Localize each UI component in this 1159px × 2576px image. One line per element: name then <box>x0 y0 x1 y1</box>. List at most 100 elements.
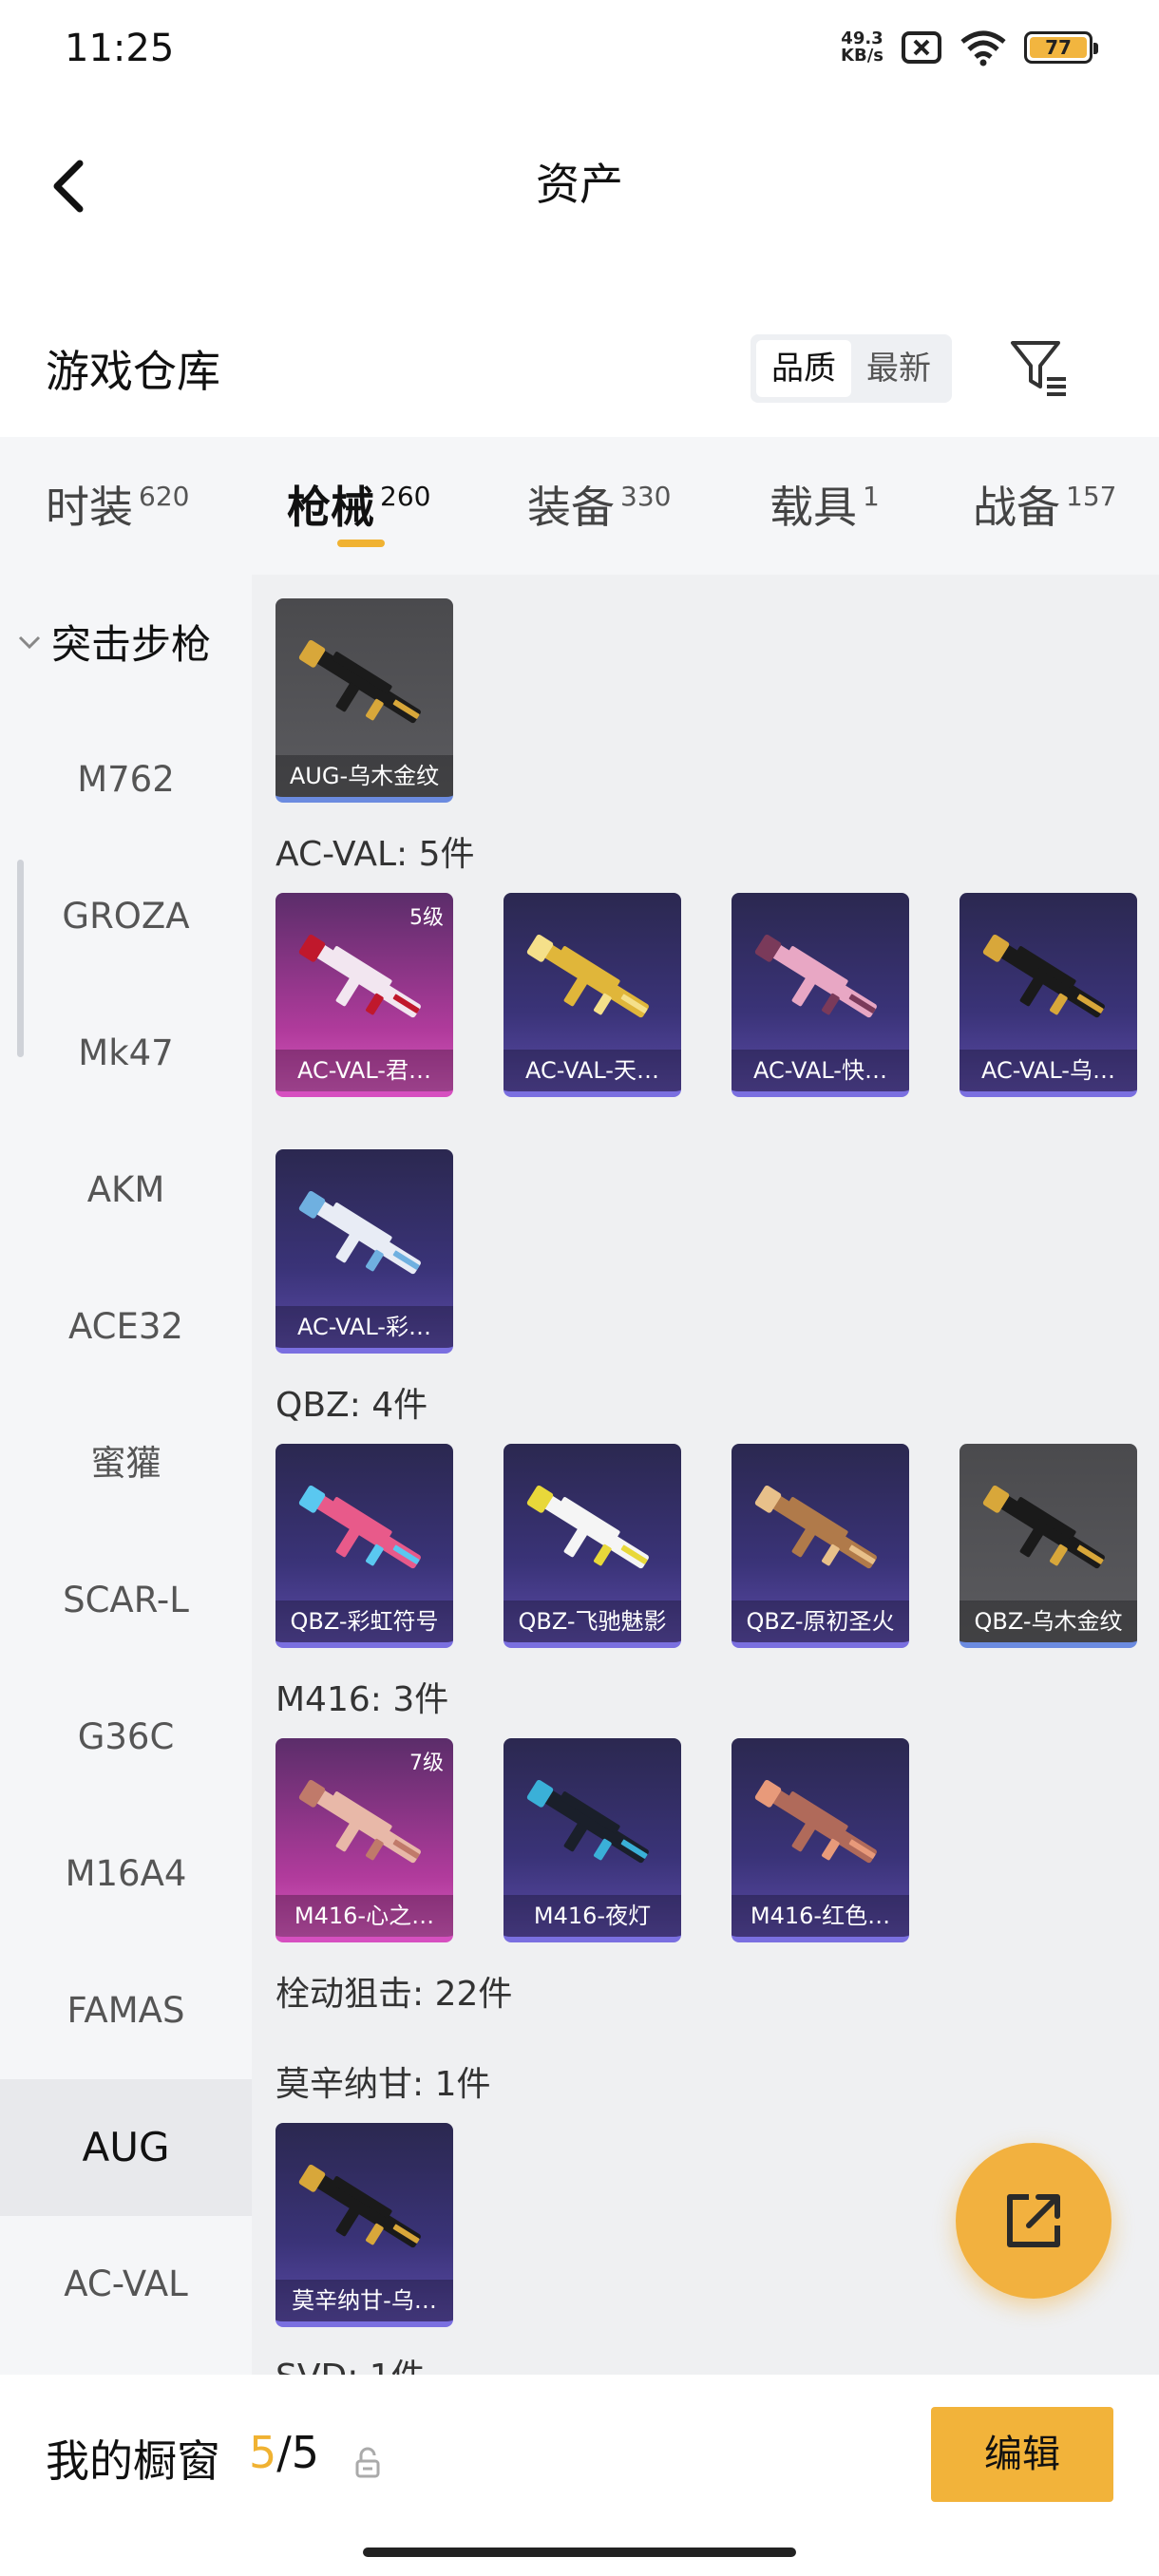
sort-quality-button[interactable]: 品质 <box>756 340 851 397</box>
tab-label: 时装 <box>46 482 133 533</box>
sidebar-item-honey-badger[interactable]: 蜜獾 <box>0 1395 252 1532</box>
skin-name: M416-夜灯 <box>504 1895 681 1937</box>
section-title-m416: M416: 3件 <box>276 1680 449 1719</box>
skin-card[interactable]: QBZ-原初圣火 <box>732 1444 909 1648</box>
sidebar-group-label: 突击步枪 <box>51 621 212 668</box>
tab-label: 装备 <box>527 482 615 533</box>
skin-level-badge: 5级 <box>409 906 444 930</box>
showcase-separator: / <box>276 2427 292 2478</box>
rifle-icon <box>298 1779 421 1864</box>
lock-icon <box>355 2447 380 2478</box>
share-external-icon <box>1007 2194 1060 2247</box>
tab-supplies[interactable]: 战备 157 <box>973 473 1116 536</box>
share-button[interactable] <box>956 2143 1112 2299</box>
skin-card[interactable]: 5级 AC-VAL-君… <box>276 893 453 1097</box>
rifle-icon <box>298 639 421 724</box>
app-header: 资产 <box>0 104 1159 247</box>
category-tabs: 时装 620 枪械 260 装备 330 载具 1 战备 157 <box>0 437 1159 575</box>
skin-card[interactable]: AC-VAL-乌… <box>960 893 1137 1097</box>
skin-name: AC-VAL-乌… <box>960 1050 1137 1091</box>
section-title-qbz: QBZ: 4件 <box>276 1386 428 1425</box>
skin-card[interactable]: 7级 M416-心之… <box>276 1738 453 1942</box>
skin-card[interactable]: QBZ-飞驰魅影 <box>504 1444 681 1648</box>
showcase-total: 5 <box>291 2427 320 2478</box>
sidebar-item-aug[interactable]: AUG <box>0 2079 252 2216</box>
section-title-svd: SVD: 1件 <box>276 2349 426 2375</box>
skin-name: AUG-乌木金纹 <box>276 755 453 797</box>
rifle-icon <box>298 2164 421 2248</box>
section-title-mosin-nagant: 莫辛纳甘: 1件 <box>276 2065 491 2104</box>
tab-count: 330 <box>620 481 672 512</box>
network-speed-unit: KB/s <box>841 46 884 66</box>
skin-card[interactable]: 莫辛纳甘-乌… <box>276 2123 453 2327</box>
skin-card[interactable]: AC-VAL-快… <box>732 893 909 1097</box>
sidebar-group-assault-rifles[interactable]: 突击步枪 <box>17 613 211 671</box>
page-title: 资产 <box>536 159 623 210</box>
rifle-icon <box>754 1779 877 1864</box>
showcase-count: 5/5 <box>249 2427 319 2478</box>
tab-count: 260 <box>380 481 431 512</box>
showcase-label: 我的橱窗 <box>46 2435 220 2487</box>
skin-card[interactable]: AUG-乌木金纹 <box>276 598 453 803</box>
sidebar-item-groza[interactable]: GROZA <box>0 848 252 985</box>
tab-count: 1 <box>863 481 880 512</box>
tab-label: 载具 <box>770 482 857 533</box>
sidebar-item-mk47[interactable]: Mk47 <box>0 985 252 1122</box>
skin-name: QBZ-飞驰魅影 <box>504 1601 681 1642</box>
tab-label: 战备 <box>973 482 1060 533</box>
rifle-icon <box>526 1779 649 1864</box>
skin-card[interactable]: QBZ-彩虹符号 <box>276 1444 453 1648</box>
rifle-icon <box>754 1485 877 1569</box>
tab-count: 620 <box>139 481 190 512</box>
status-time: 11:25 <box>65 27 175 70</box>
skin-name: QBZ-乌木金纹 <box>960 1601 1137 1642</box>
rifle-icon <box>982 1485 1105 1569</box>
skin-card[interactable]: QBZ-乌木金纹 <box>960 1444 1137 1648</box>
sidebar-item-akm[interactable]: AKM <box>0 1122 252 1259</box>
edit-button[interactable]: 编辑 <box>931 2407 1113 2502</box>
tab-label: 枪械 <box>287 482 374 533</box>
skin-card[interactable]: AC-VAL-彩… <box>276 1149 453 1354</box>
skin-card[interactable]: M416-红色… <box>732 1738 909 1942</box>
skin-name: QBZ-原初圣火 <box>732 1601 909 1642</box>
sidebar-item-ac-val[interactable]: AC-VAL <box>0 2216 252 2353</box>
tab-fashion[interactable]: 时装 620 <box>46 473 189 536</box>
section-title-bolt-action-sniper: 栓动狙击: 22件 <box>276 1975 513 2014</box>
network-speed: 49.3 KB/s <box>841 30 884 65</box>
warehouse-title: 游戏仓库 <box>46 346 220 397</box>
sidebar-item-m16a4[interactable]: M16A4 <box>0 1806 252 1942</box>
skin-card[interactable]: AC-VAL-天… <box>504 893 681 1097</box>
weapon-skin-grid: AUG-乌木金纹 AC-VAL: 5件 5级 AC-VAL-君… AC-VAL-天… <box>252 575 1159 2375</box>
sidebar-item-ace32[interactable]: ACE32 <box>0 1259 252 1395</box>
showcase-current: 5 <box>249 2427 277 2478</box>
skin-name: AC-VAL-天… <box>504 1050 681 1091</box>
status-icons: 49.3 KB/s 77 <box>841 28 1098 66</box>
tab-vehicles[interactable]: 载具 1 <box>770 473 880 536</box>
tab-firearms[interactable]: 枪械 260 <box>287 473 430 536</box>
filter-icon[interactable] <box>1009 337 1070 398</box>
rifle-icon <box>982 934 1105 1018</box>
skin-name: AC-VAL-快… <box>732 1050 909 1091</box>
wifi-icon <box>960 30 1006 66</box>
skin-card[interactable]: M416-夜灯 <box>504 1738 681 1942</box>
skin-level-badge: 7级 <box>409 1752 444 1775</box>
status-bar: 11:25 49.3 KB/s 77 <box>0 0 1159 104</box>
sort-newest-button[interactable]: 最新 <box>851 340 946 397</box>
sim-off-icon <box>902 31 941 64</box>
skin-name: QBZ-彩虹符号 <box>276 1601 453 1642</box>
home-indicator[interactable] <box>363 2548 796 2557</box>
tab-equipment[interactable]: 装备 330 <box>527 473 671 536</box>
sidebar-item-scar-l[interactable]: SCAR-L <box>0 1532 252 1669</box>
sidebar-item-g36c[interactable]: G36C <box>0 1669 252 1806</box>
rifle-icon <box>526 1485 649 1569</box>
sidebar-item-m762[interactable]: M762 <box>0 711 252 848</box>
chevron-down-icon <box>18 635 41 649</box>
weapon-type-sidebar: 突击步枪 M762 GROZA Mk47 AKM ACE32 蜜獾 SCAR-L… <box>0 575 252 2375</box>
sidebar-item-famas[interactable]: FAMAS <box>0 1942 252 2079</box>
skin-name: 莫辛纳甘-乌… <box>276 2280 453 2321</box>
sort-toggle: 品质 最新 <box>750 334 952 403</box>
battery-icon: 77 <box>1024 31 1098 64</box>
skin-name: M416-红色… <box>732 1895 909 1937</box>
rifle-icon <box>526 934 649 1018</box>
rifle-icon <box>298 934 421 1018</box>
